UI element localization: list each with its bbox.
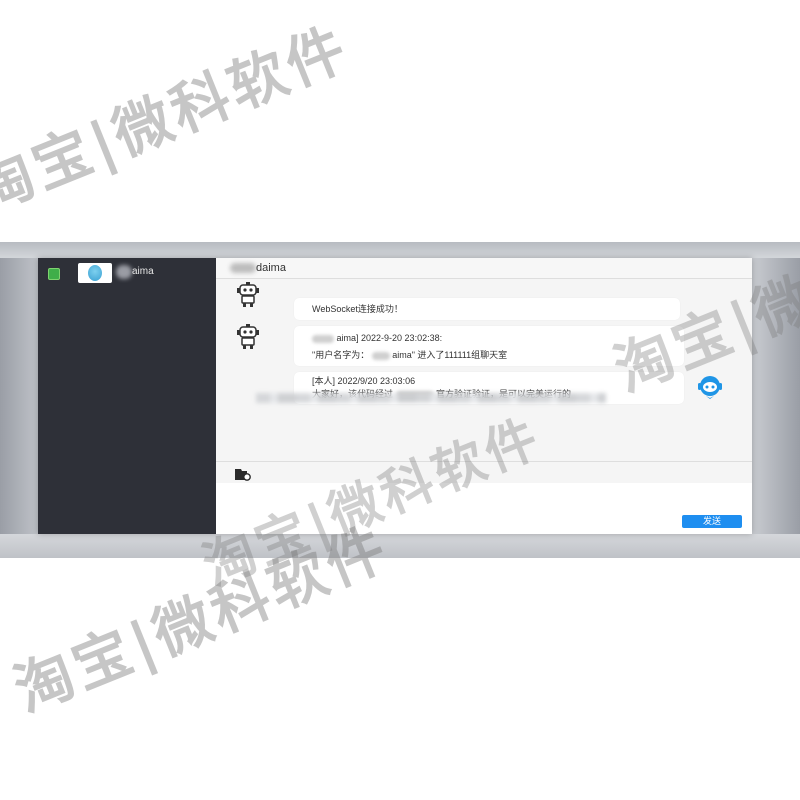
chat-header: daima	[216, 258, 752, 279]
message-bubble-other: aima] 2022-9-20 23:02:38: "用户名字为： aima" …	[294, 326, 684, 366]
message-text-prefix: "用户名字为：	[312, 350, 370, 360]
message-text: WebSocket连接成功！	[312, 304, 403, 314]
message-text-suffix: aima" 进入了111111组聊天室	[392, 350, 508, 360]
sidebar: aima	[38, 258, 216, 534]
message-meta: aima] 2022-9-20 23:02:38:	[336, 333, 443, 343]
blurred-name-part	[116, 265, 132, 279]
contact-avatar[interactable]	[78, 263, 112, 283]
blurred-username	[312, 334, 334, 343]
folder-icon[interactable]	[234, 467, 252, 481]
screenshot-frame: aima daima WebSocket连接成功！ aima] 2022-9-2…	[0, 242, 800, 558]
frame-bottom-bar	[0, 534, 800, 558]
contact-name[interactable]: aima	[132, 266, 154, 277]
chat-title: daima	[256, 262, 286, 274]
message-bubble-system: WebSocket连接成功！	[294, 298, 680, 320]
blurred-title-part	[230, 263, 256, 273]
message-input-area[interactable]: 发送	[216, 483, 752, 534]
watermark-text: 淘宝|微科软件	[0, 13, 359, 226]
message-list: WebSocket连接成功！ aima] 2022-9-20 23:02:38:…	[216, 279, 752, 461]
message-meta: [本人] 2022/9/20 23:03:06	[312, 376, 416, 386]
robot-avatar-icon	[237, 324, 259, 349]
user-avatar-icon	[698, 376, 722, 399]
input-toolbar	[216, 461, 752, 484]
online-status-icon	[48, 268, 60, 280]
send-button[interactable]: 发送	[682, 515, 742, 528]
robot-avatar-icon	[237, 282, 259, 307]
blurred-strip	[256, 393, 606, 403]
blurred-username	[371, 351, 390, 360]
frame-top-bar	[0, 242, 800, 258]
